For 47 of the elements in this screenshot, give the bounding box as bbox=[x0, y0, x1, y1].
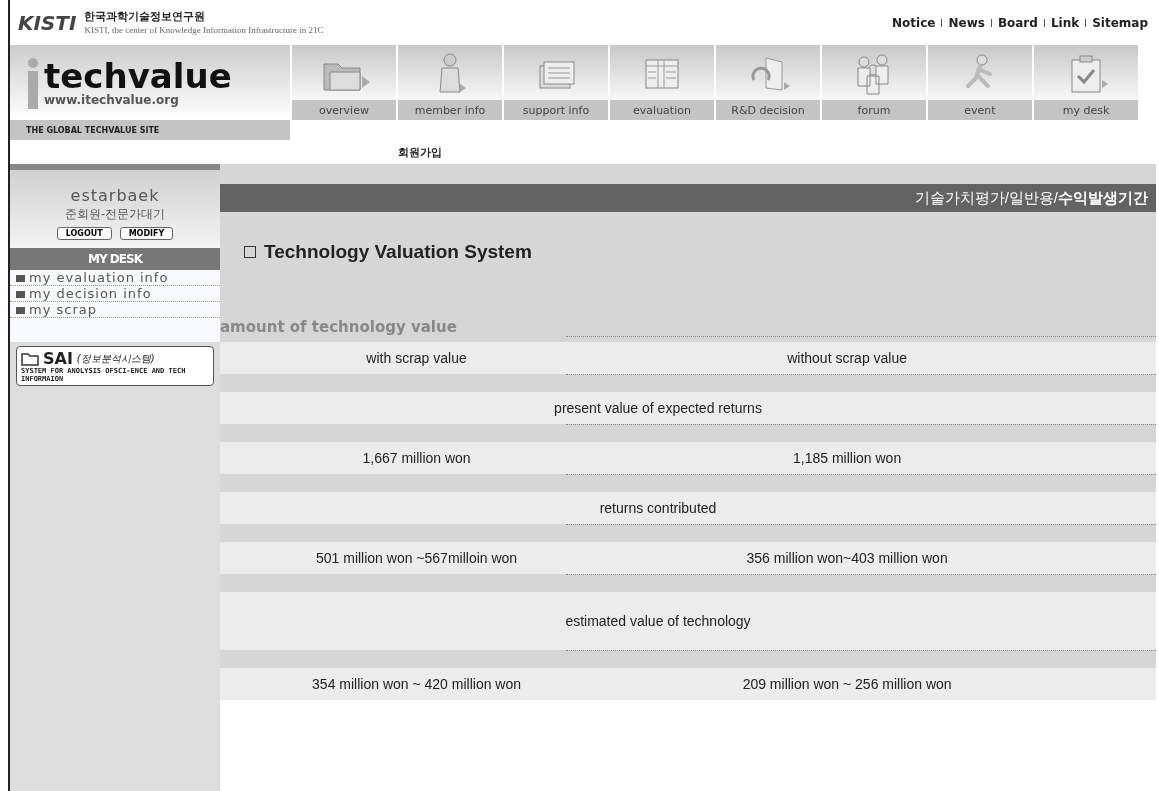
table-header: returns contributed bbox=[599, 498, 717, 518]
top-link[interactable]: Board bbox=[997, 15, 1038, 30]
table-cell-text: without scrap value bbox=[787, 348, 908, 368]
table-cell-text: with scrap value bbox=[366, 348, 467, 368]
table-header: present value of expected returns bbox=[554, 398, 762, 418]
tagline: KISTI, the center of Knowledge Information Infrastructure in 21C bbox=[84, 24, 324, 37]
table-cell-text: 354 million won ~ 420 million won bbox=[312, 674, 522, 694]
folder-icon bbox=[21, 351, 39, 366]
top-link[interactable]: Link bbox=[1050, 15, 1080, 30]
nav-tab[interactable]: support info bbox=[504, 100, 608, 120]
nav-tab[interactable]: overview bbox=[292, 100, 396, 120]
breadcrumb: 기술가치평가/일반용/수익발생기간 bbox=[914, 187, 1148, 208]
sidebar-link[interactable]: my evaluation info bbox=[10, 270, 220, 286]
submenu-link[interactable]: 회원가입 bbox=[398, 143, 442, 161]
username: estarbaek bbox=[70, 186, 160, 205]
table-cell-text: 1,185 million won bbox=[793, 448, 902, 468]
site-name: techvalue bbox=[44, 58, 232, 93]
top-link[interactable]: Sitemap bbox=[1092, 15, 1148, 30]
top-link[interactable]: News bbox=[948, 15, 985, 30]
sidebar-link[interactable]: my scrap bbox=[10, 302, 220, 318]
nav-tab[interactable]: R&D decision bbox=[716, 100, 820, 120]
modify-button[interactable]: MODIFY bbox=[119, 227, 174, 240]
sai-korean: (정보분석시스템) bbox=[76, 351, 155, 366]
page-title: Technology Valuation System bbox=[264, 239, 532, 264]
square-icon bbox=[244, 246, 256, 258]
table-cell-text: 356 million won~403 million won bbox=[746, 548, 948, 568]
member-level: 준회원-전문가대기 bbox=[65, 206, 165, 223]
logout-button[interactable]: LOGOUT bbox=[56, 227, 112, 240]
nav-tab[interactable]: forum bbox=[822, 100, 926, 120]
section-title: amount of technology value bbox=[220, 318, 457, 336]
org-name: 한국과학기술정보연구원 bbox=[84, 8, 207, 24]
section-header: MY DESK bbox=[10, 248, 220, 270]
table-cell-text: 501 million won ~567milloin won bbox=[315, 548, 518, 568]
nav-tab[interactable]: evaluation bbox=[610, 100, 714, 120]
top-link[interactable]: Notice bbox=[892, 15, 936, 30]
logo[interactable]: KISTI bbox=[18, 10, 77, 35]
sai-name: SAI bbox=[43, 349, 73, 368]
table-cell-text: 209 million won ~ 256 million won bbox=[742, 674, 952, 694]
site-url: www.itechvalue.org bbox=[44, 92, 180, 107]
site-slogan: THE GLOBAL TECHVALUE SITE bbox=[10, 120, 290, 140]
brand-letter-icon bbox=[26, 56, 40, 109]
table-cell-text: 1,667 million won bbox=[362, 448, 471, 468]
nav-tab[interactable]: member info bbox=[398, 100, 502, 120]
sidebar-link[interactable]: my decision info bbox=[10, 286, 220, 302]
nav-tab[interactable]: my desk bbox=[1034, 100, 1138, 120]
table-header: estimated value of technology bbox=[565, 611, 751, 631]
nav-tab[interactable]: event bbox=[928, 100, 1032, 120]
